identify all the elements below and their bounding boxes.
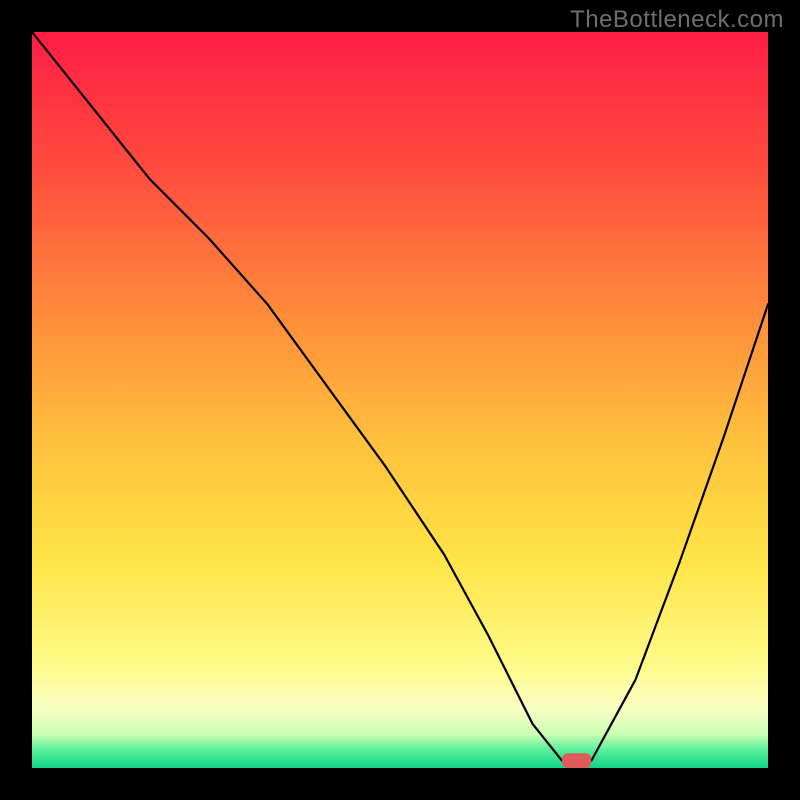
gradient-background — [32, 32, 768, 768]
plot-area — [32, 32, 768, 768]
chart-svg — [32, 32, 768, 768]
chart-frame: TheBottleneck.com — [0, 0, 800, 800]
optimal-marker — [562, 753, 591, 768]
watermark-label: TheBottleneck.com — [570, 6, 784, 34]
